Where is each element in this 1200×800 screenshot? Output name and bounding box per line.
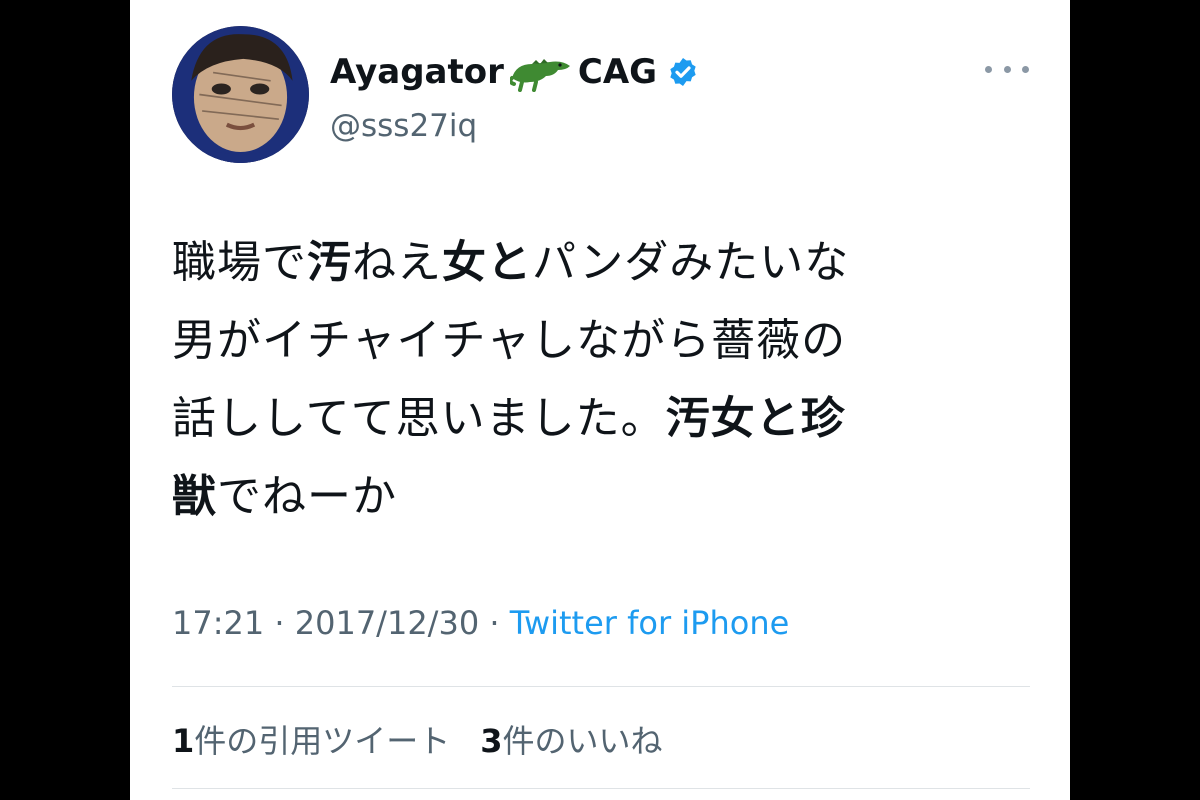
display-name[interactable]: Ayagator [330, 52, 504, 92]
author-handle[interactable]: @sss27iq [330, 108, 477, 144]
divider [172, 788, 1030, 789]
like-label: 件のいいね [502, 722, 663, 760]
divider [172, 686, 1030, 687]
likes-stat[interactable]: 3件のいいね [480, 716, 662, 762]
author-name-row[interactable]: Ayagator CAG [330, 50, 699, 94]
tweet-text-line: 男がイチャイチャしながら薔薇の [172, 302, 1032, 380]
meta-separator: · [264, 604, 295, 642]
tweet-text-bold: 汚 [307, 237, 352, 288]
tweet-text-segment: 職場で [172, 237, 307, 288]
tweet-meta: 17:21 · 2017/12/30 · Twitter for iPhone [172, 604, 789, 642]
quote-count: 1 [172, 722, 195, 760]
more-dot [985, 65, 992, 73]
tweet-date[interactable]: 2017/12/30 [295, 604, 479, 642]
like-count: 3 [480, 722, 503, 760]
meta-separator: · [479, 604, 510, 642]
quote-label: 件の引用ツイート [194, 722, 451, 760]
tweet-text-line: 職場で汚ねえ女とパンダみたいな [172, 224, 1032, 302]
tweet-text-segment: ねえ [352, 237, 442, 288]
display-name-suffix[interactable]: CAG [578, 52, 657, 92]
quote-tweets-stat[interactable]: 1件の引用ツイート [172, 716, 450, 762]
avatar[interactable] [172, 26, 309, 163]
tweet-text-bold: 汚女と珍 [665, 393, 846, 444]
tweet-text-segment: 話ししてて思いました。 [172, 393, 666, 444]
tweet-text-line: 話ししてて思いました。汚女と珍 [172, 380, 1032, 458]
more-options-icon[interactable] [985, 56, 1029, 82]
tweet-card: Ayagator CAG @sss27iq 職場で汚ねえ女とパンダみたいな男がイ… [130, 0, 1070, 800]
tweet-text-segment: 男がイチャイチャしながら薔薇の [172, 315, 847, 366]
tweet-time[interactable]: 17:21 [172, 604, 264, 642]
tweet-source-link[interactable]: Twitter for iPhone [510, 604, 790, 642]
tweet-text-segment: でねーか [217, 471, 397, 522]
tweet-text-segment: パンダみたいな [532, 237, 850, 288]
tweet-text-bold: 女と [442, 237, 532, 288]
more-dot [1003, 65, 1011, 73]
more-dot [1022, 65, 1029, 73]
crocodile-emoji-icon [509, 52, 572, 92]
avatar-image [172, 26, 309, 163]
tweet-text-line: 獣でねーか [172, 458, 1032, 536]
verified-badge-icon [667, 56, 699, 88]
tweet-text: 職場で汚ねえ女とパンダみたいな 男がイチャイチャしながら薔薇の 話ししてて思いました… [172, 224, 1032, 536]
tweet-stats: 1件の引用ツイート 3件のいいね [172, 716, 663, 762]
tweet-text-bold: 獣 [172, 471, 217, 522]
